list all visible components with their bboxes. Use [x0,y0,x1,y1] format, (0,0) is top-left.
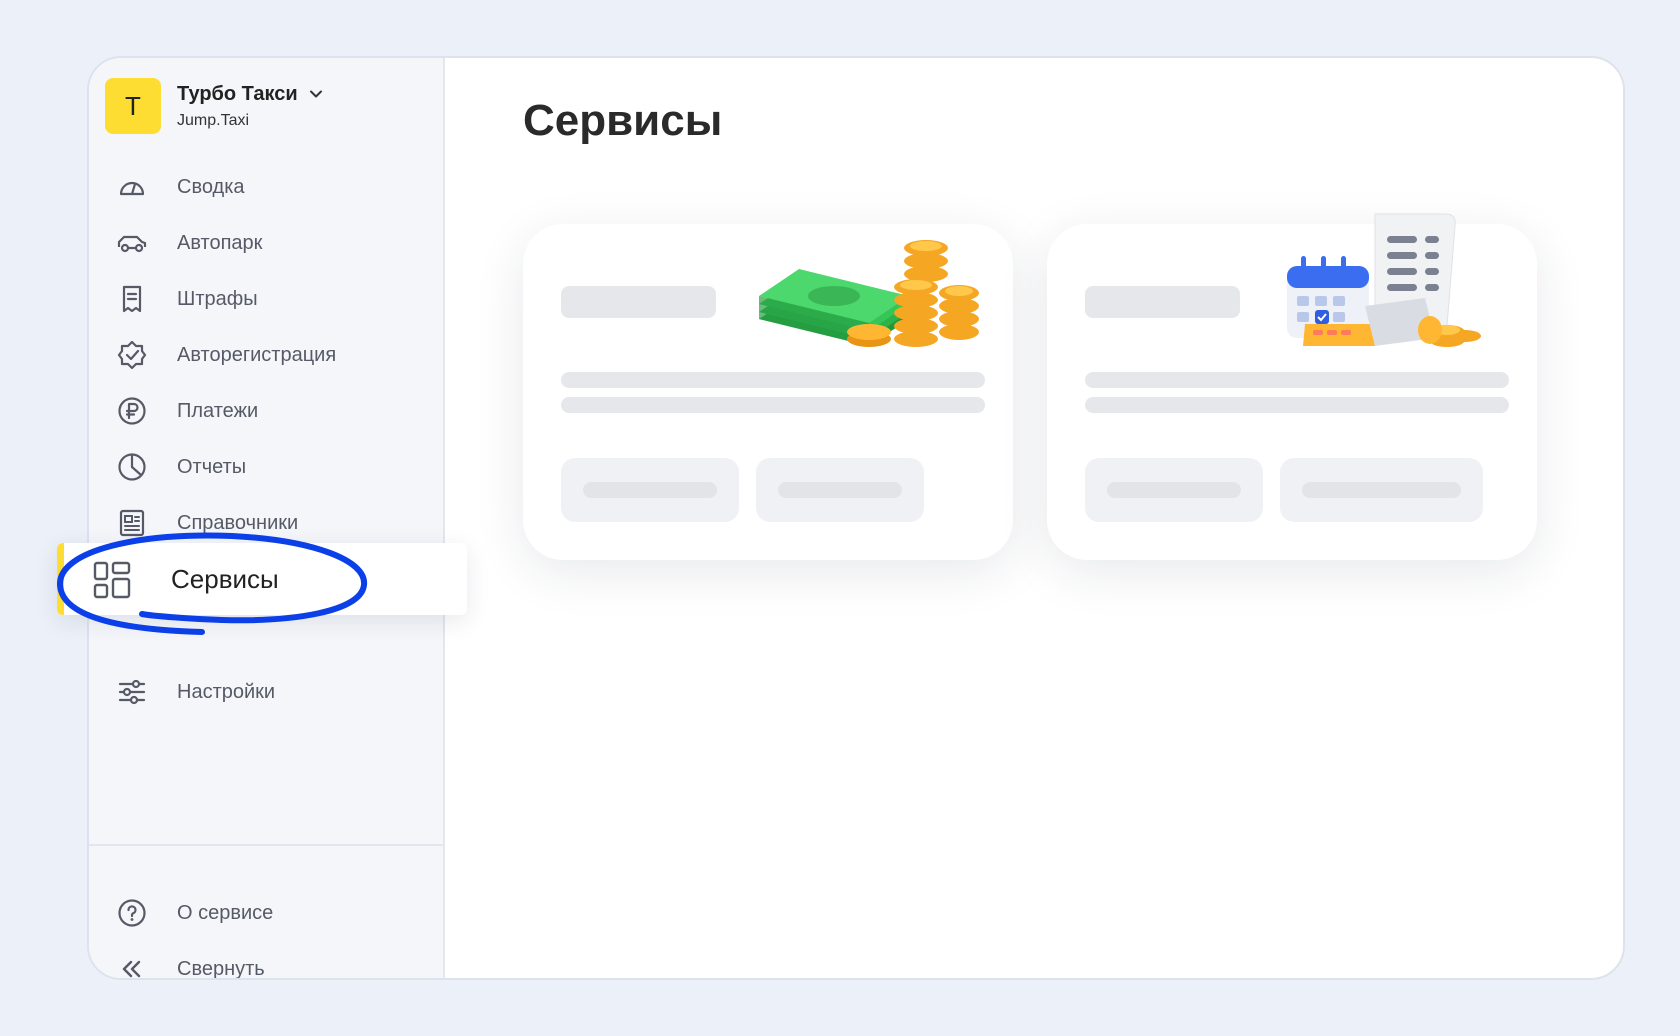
sidebar-item-label: Справочники [177,511,299,534]
receipt-icon [116,283,148,315]
sidebar-item-label: Платежи [177,399,259,422]
sidebar-item-label: Сводка [177,175,245,198]
sidebar-item-payments[interactable]: Платежи [89,385,443,437]
page-title: Сервисы [523,96,723,145]
pie-chart-icon [116,451,148,483]
sidebar-item-reports[interactable]: Отчеты [89,441,443,493]
reference-icon [116,507,148,539]
gauge-icon [116,171,148,203]
badge-check-icon [116,339,148,371]
sidebar-item-summary[interactable]: Сводка [89,161,443,213]
card-title-placeholder [1085,286,1240,318]
card-action-placeholder[interactable] [561,458,739,522]
active-indicator [57,543,64,615]
card-text-placeholder [561,372,985,388]
org-switcher[interactable]: Т Турбо Такси Jump.Taxi [105,78,324,134]
sidebar-item-settings[interactable]: Настройки [89,666,443,718]
sidebar-item-label: Отчеты [177,455,247,478]
sidebar-item-label: Автопарк [177,231,263,254]
sidebar-item-collapse[interactable]: Свернуть [89,943,443,980]
help-circle-icon [116,897,148,929]
money-illustration [759,240,979,347]
card-text-placeholder [1085,372,1509,388]
card-title-placeholder [561,286,716,318]
sidebar-item-label: Свернуть [177,957,265,980]
org-text: Турбо Такси Jump.Taxi [177,83,324,130]
app-window: Т Турбо Такси Jump.Taxi Сводка Автопарк … [87,56,1625,980]
card-action-placeholder[interactable] [1085,458,1263,522]
service-card[interactable] [523,224,1013,560]
sidebar-item-label: Штрафы [177,287,258,310]
chevron-down-icon[interactable] [308,86,324,102]
car-icon [116,227,148,259]
sidebar-item-services[interactable]: Сервисы [57,543,467,615]
card-action-placeholder[interactable] [1280,458,1483,522]
sidebar-item-label: О сервисе [177,901,274,924]
org-name: Турбо Такси [177,82,298,105]
org-name-row: Турбо Такси [177,83,324,106]
sidebar-item-autoregistration[interactable]: Авторегистрация [89,329,443,381]
sidebar-item-label: Сервисы [171,563,279,594]
sidebar-item-references[interactable]: Справочники [89,497,443,549]
org-subtitle: Jump.Taxi [177,111,250,129]
org-avatar: Т [105,78,161,134]
chevrons-left-icon [116,953,148,978]
grid-icon [93,561,131,599]
card-action-placeholder[interactable] [756,458,924,522]
sidebar-item-fleet[interactable]: Автопарк [89,217,443,269]
sidebar-item-about[interactable]: О сервисе [89,887,443,939]
sidebar-item-label: Авторегистрация [177,343,337,366]
sidebar-footer-divider [89,844,443,846]
sliders-icon [116,676,148,708]
sidebar-item-label: Настройки [177,680,276,703]
card-text-placeholder [561,397,985,413]
ruble-icon [116,395,148,427]
sidebar-item-fines[interactable]: Штрафы [89,273,443,325]
calendar-receipt-illustration [1287,213,1481,347]
card-text-placeholder [1085,397,1509,413]
sidebar: Т Турбо Такси Jump.Taxi Сводка Автопарк … [89,58,445,978]
service-card[interactable] [1047,213,1537,560]
